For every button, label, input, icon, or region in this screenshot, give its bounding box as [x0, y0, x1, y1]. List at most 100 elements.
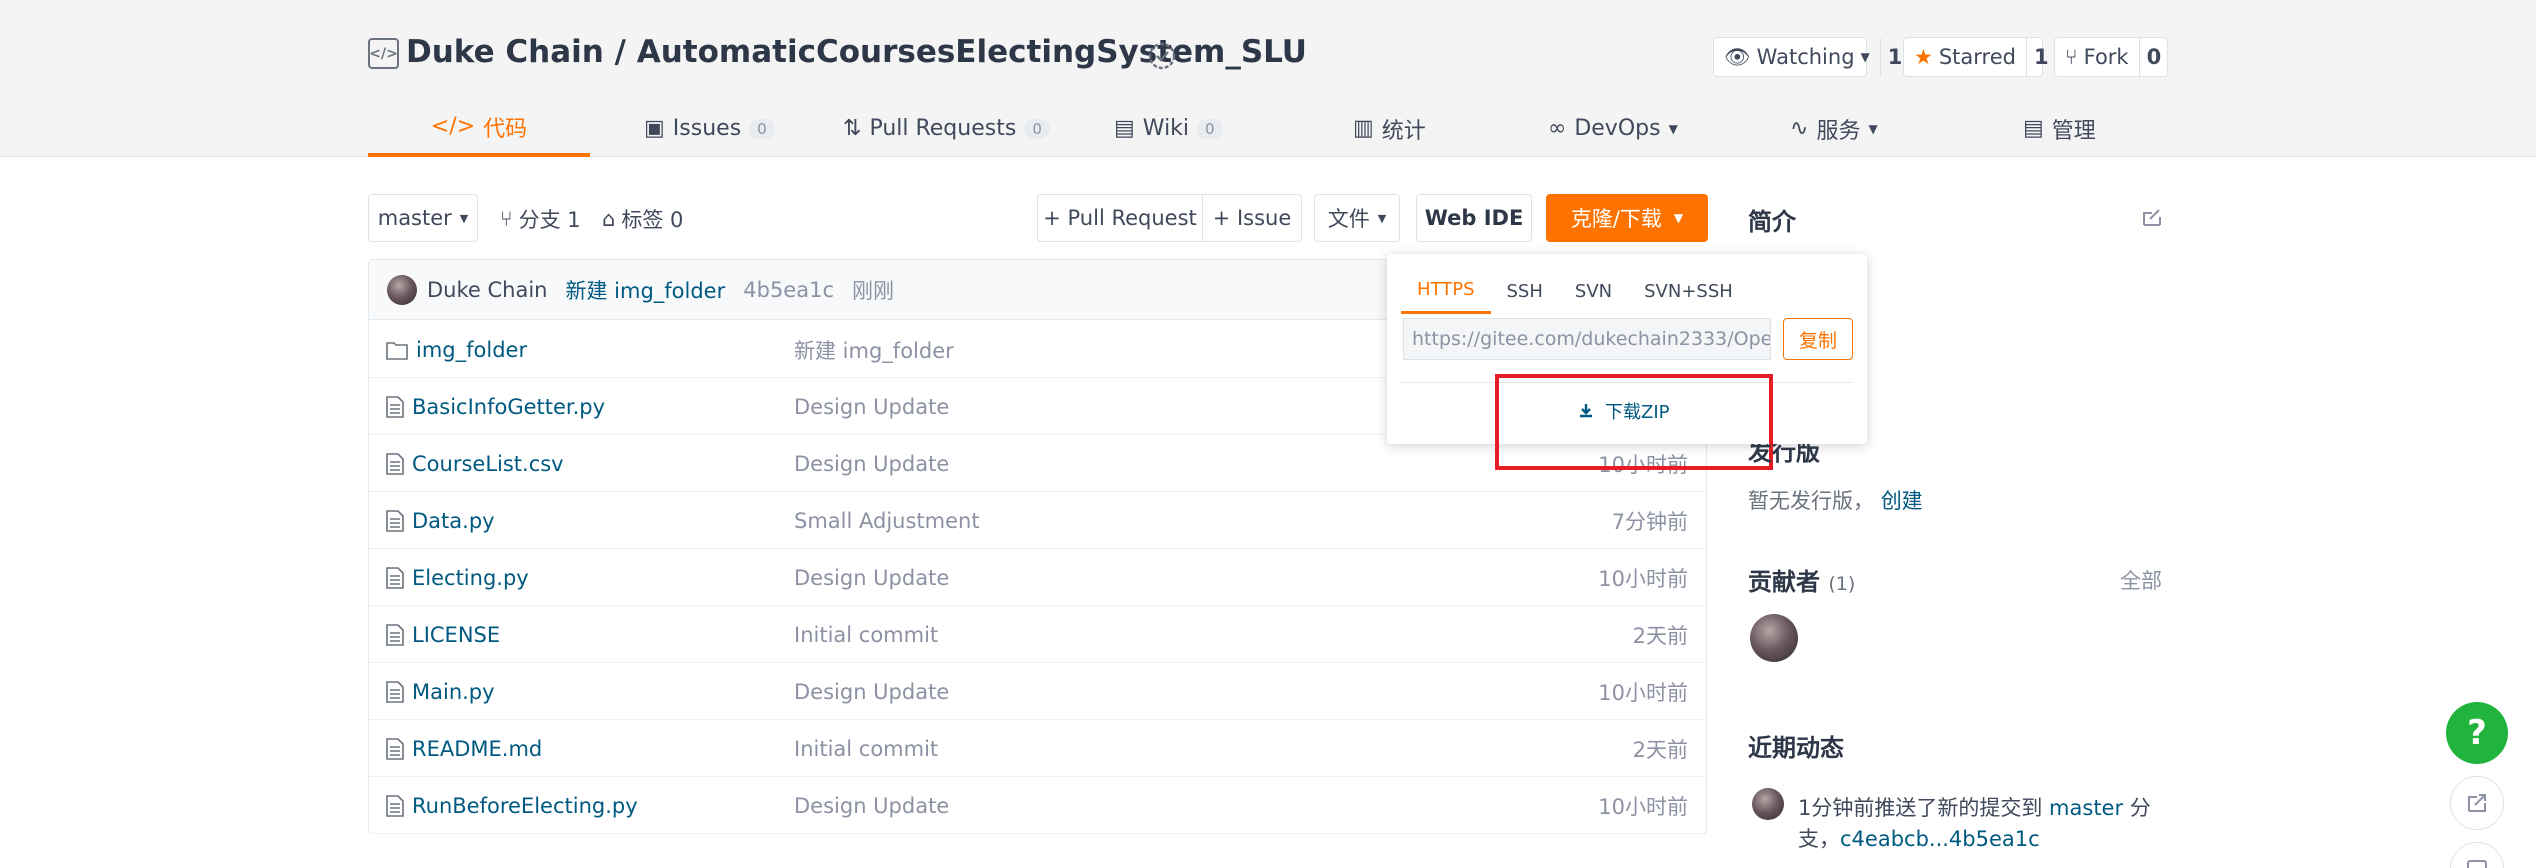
activity-line-1: 1分钟前推送了新的提交到 master 分: [1798, 792, 2151, 822]
release-info: 暂无发行版， 创建: [1748, 485, 1923, 515]
table-row[interactable]: Data.py Small Adjustment 7分钟前: [369, 492, 1706, 549]
file-icon: [386, 395, 404, 418]
file-commit-message[interactable]: Initial commit: [794, 720, 938, 777]
activity-line-2: 支，c4eabcb...4b5ea1c: [1798, 823, 2040, 853]
file-button[interactable]: 文件 ▼: [1314, 194, 1400, 242]
tab-label: 管理: [2051, 118, 2096, 144]
file-name-cell[interactable]: CourseList.csv: [386, 435, 564, 492]
star-button[interactable]: ★ Starred 1: [1903, 37, 2049, 77]
file-name[interactable]: RunBeforeElecting.py: [412, 794, 638, 818]
file-commit-message[interactable]: Small Adjustment: [794, 492, 980, 549]
branch-select[interactable]: master ▼: [368, 194, 478, 242]
watch-label: Watching: [1756, 45, 1855, 69]
file-name[interactable]: Main.py: [412, 680, 495, 704]
create-release-link[interactable]: 创建: [1881, 489, 1923, 513]
fork-button[interactable]: ⑂ Fork 0: [2054, 37, 2168, 77]
file-icon: [386, 509, 404, 532]
repo-code-icon: </>: [368, 38, 399, 69]
tab-svn[interactable]: SVN: [1559, 268, 1628, 314]
tab-ssh[interactable]: SSH: [1491, 268, 1559, 314]
tab-code[interactable]: </> 代码: [368, 100, 590, 157]
file-icon: [386, 623, 404, 646]
tab-stats[interactable]: ▥ 统计: [1353, 100, 1426, 157]
comment-button[interactable]: [2450, 842, 2504, 868]
activity-avatar[interactable]: [1752, 788, 1784, 820]
question-icon: ?: [2467, 713, 2487, 753]
commit-author[interactable]: Duke Chain: [427, 278, 547, 302]
tab-pull-requests[interactable]: ⇅ Pull Requests 0: [843, 100, 1050, 157]
caret-down-icon: ▼: [1673, 211, 1684, 225]
file-name-cell[interactable]: Electing.py: [386, 549, 529, 606]
file-name-cell[interactable]: RunBeforeElecting.py: [386, 777, 638, 834]
tab-count: 0: [749, 118, 775, 139]
share-button[interactable]: [2450, 776, 2504, 830]
file-commit-time: 10小时前: [1598, 566, 1688, 591]
caret-down-icon: ▼: [1868, 121, 1878, 136]
table-row[interactable]: README.md Initial commit 2天前: [369, 720, 1706, 777]
watch-button[interactable]: 👁 Watching ▼ 1: [1713, 37, 1902, 77]
new-issue-button[interactable]: + Issue: [1202, 194, 1302, 242]
tab-wiki[interactable]: ▤ Wiki 0: [1114, 100, 1223, 157]
activity-branch-link[interactable]: master: [2049, 796, 2123, 820]
file-name[interactable]: BasicInfoGetter.py: [412, 395, 605, 419]
file-name[interactable]: LICENSE: [412, 623, 500, 647]
help-button[interactable]: ?: [2446, 702, 2508, 764]
clone-url-field[interactable]: https://gitee.com/dukechain2333/Ope: [1403, 318, 1771, 360]
copy-button[interactable]: 复制: [1783, 318, 1853, 360]
activity-suffix: 分: [2123, 796, 2151, 820]
file-name-cell[interactable]: img_folder: [386, 321, 527, 378]
file-icon: [386, 737, 404, 760]
tab-issues[interactable]: ▣ Issues 0: [644, 100, 775, 157]
pull-request-button[interactable]: + Pull Request: [1037, 194, 1203, 242]
tab-manage[interactable]: ▤ 管理: [2023, 100, 2096, 157]
commit-hash[interactable]: 4b5ea1c: [743, 278, 834, 302]
file-name[interactable]: Electing.py: [412, 566, 529, 590]
file-name-cell[interactable]: Main.py: [386, 663, 495, 720]
file-commit-message[interactable]: Design Update: [794, 663, 949, 720]
web-ide-button[interactable]: Web IDE: [1416, 194, 1532, 242]
commit-message[interactable]: 新建 img_folder: [565, 275, 725, 305]
badge-icon[interactable]: [1146, 40, 1178, 72]
branches-link[interactable]: ⑂ 分支 1: [500, 204, 581, 234]
tab-devops[interactable]: ∞ DevOps ▼: [1548, 100, 1678, 157]
activity-compare-link[interactable]: c4eabcb...4b5ea1c: [1840, 827, 2040, 851]
file-commit-message[interactable]: Design Update: [794, 435, 949, 492]
pull-request-icon: ⇅: [843, 116, 862, 141]
table-row[interactable]: LICENSE Initial commit 2天前: [369, 606, 1706, 663]
tab-svn-ssh[interactable]: SVN+SSH: [1628, 268, 1749, 314]
contributors-all-link[interactable]: 全部: [2120, 565, 2162, 595]
table-row[interactable]: Electing.py Design Update 10小时前: [369, 549, 1706, 606]
file-name[interactable]: img_folder: [416, 338, 527, 362]
chart-icon: ▥: [1353, 116, 1374, 141]
clone-download-button[interactable]: 克隆/下载 ▼: [1546, 194, 1708, 242]
file-icon: [386, 566, 404, 589]
file-name-cell[interactable]: BasicInfoGetter.py: [386, 378, 605, 435]
contributors-title: 贡献者 (1): [1748, 562, 1855, 597]
avatar[interactable]: [387, 274, 417, 305]
tab-services[interactable]: ∿ 服务 ▼: [1790, 100, 1878, 157]
document-icon: ▤: [2023, 116, 2044, 141]
file-name[interactable]: README.md: [412, 737, 542, 761]
intro-title: 简介: [1748, 208, 1796, 236]
file-commit-message[interactable]: Initial commit: [794, 606, 938, 663]
file-name-cell[interactable]: LICENSE: [386, 606, 500, 663]
activity-title: 近期动态: [1748, 734, 1844, 762]
tags-link[interactable]: ⌂ 标签 0: [602, 204, 683, 234]
file-commit-message[interactable]: 新建 img_folder: [794, 321, 954, 378]
table-row[interactable]: Main.py Design Update 10小时前: [369, 663, 1706, 720]
file-commit-message[interactable]: Design Update: [794, 549, 949, 606]
file-commit-message[interactable]: Design Update: [794, 378, 949, 435]
clone-label: 克隆/下载: [1570, 207, 1662, 231]
repo-header: </> Duke Chain / AutomaticCoursesElectin…: [0, 0, 2536, 157]
file-name-cell[interactable]: Data.py: [386, 492, 495, 549]
code-icon: </>: [430, 114, 476, 139]
contributor-avatar[interactable]: [1750, 614, 1798, 662]
file-name-cell[interactable]: README.md: [386, 720, 542, 777]
edit-icon[interactable]: [2140, 205, 2164, 229]
file-commit-message[interactable]: Design Update: [794, 777, 949, 834]
file-name[interactable]: Data.py: [412, 509, 495, 533]
tab-https[interactable]: HTTPS: [1401, 268, 1491, 314]
file-name[interactable]: CourseList.csv: [412, 452, 564, 476]
table-row[interactable]: RunBeforeElecting.py Design Update 10小时前: [369, 777, 1706, 834]
contributors-count: (1): [1828, 573, 1856, 595]
